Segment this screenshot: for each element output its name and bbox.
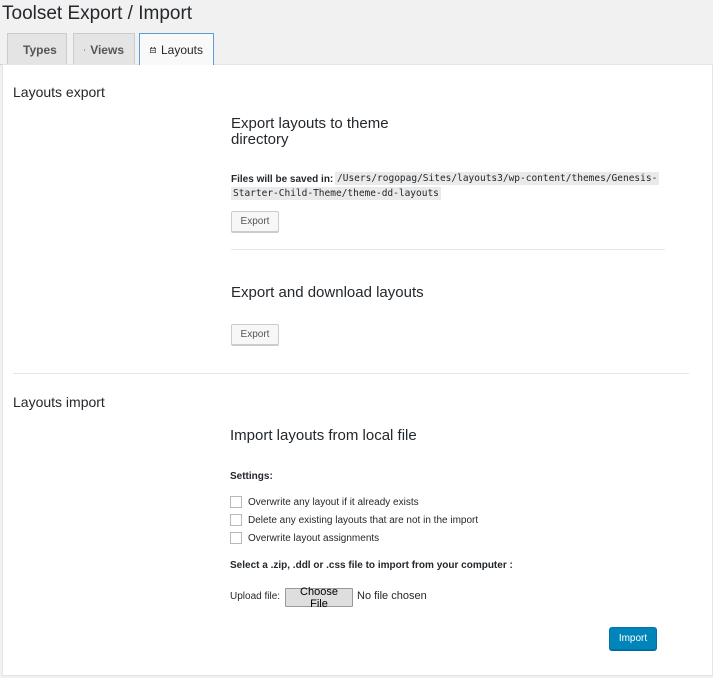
section-divider: [13, 373, 689, 374]
tab-views[interactable]: Views: [73, 33, 135, 65]
files-saved-label: Files will be saved in:: [231, 174, 334, 185]
tab-layouts-label: Layouts: [160, 42, 203, 57]
export-download-button[interactable]: Export: [231, 324, 279, 345]
tab-layouts[interactable]: Layouts: [139, 33, 214, 65]
export-theme-title-line2: directory: [231, 131, 289, 148]
tab-types[interactable]: Types: [7, 33, 67, 65]
choose-file-button[interactable]: Choose File: [285, 586, 353, 610]
delete-missing-checkbox[interactable]: [230, 514, 242, 526]
toolset-icon: [84, 48, 86, 51]
export-path-line2: Starter-Child-Theme/theme-dd-layouts: [231, 185, 441, 202]
page-title: Toolset Export / Import: [2, 3, 193, 24]
option-label: Overwrite layout assignments: [248, 532, 380, 544]
select-file-label: Select a .zip, .ddl or .css file to impo…: [230, 560, 513, 571]
export-download-title: Export and download layouts: [231, 284, 424, 301]
export-path-text: /Users/rogopag/Sites/layouts3/wp-content…: [335, 172, 660, 185]
overwrite-existing-checkbox[interactable]: [230, 496, 242, 508]
option-overwrite-assignments[interactable]: Overwrite layout assignments: [230, 532, 379, 544]
export-theme-title-line1: Export layouts to theme: [231, 115, 389, 132]
layouts-icon: [150, 46, 156, 53]
export-path-text: Starter-Child-Theme/theme-dd-layouts: [231, 187, 441, 200]
no-file-chosen-text: No file chosen: [357, 590, 427, 602]
upload-file-label: Upload file:: [230, 591, 281, 602]
main-panel: Layouts export Export layouts to theme d…: [2, 64, 713, 676]
tab-views-label: Views: [90, 42, 124, 57]
option-overwrite-existing[interactable]: Overwrite any layout if it already exist…: [230, 496, 419, 508]
layouts-import-heading: Layouts import: [13, 394, 105, 410]
option-label: Overwrite any layout if it already exist…: [248, 496, 419, 508]
tab-types-label: Types: [23, 42, 57, 57]
layouts-export-heading: Layouts export: [13, 84, 105, 100]
option-delete-missing[interactable]: Delete any existing layouts that are not…: [230, 514, 478, 526]
export-divider: [231, 249, 665, 250]
import-title: Import layouts from local file: [230, 427, 417, 444]
import-button[interactable]: Import: [609, 627, 657, 650]
tab-bar: Types Views Layouts: [0, 33, 713, 65]
export-to-theme-button[interactable]: Export: [231, 211, 279, 232]
overwrite-assignments-checkbox[interactable]: [230, 532, 242, 544]
option-label: Delete any existing layouts that are not…: [248, 514, 479, 526]
settings-label: Settings:: [230, 471, 273, 482]
